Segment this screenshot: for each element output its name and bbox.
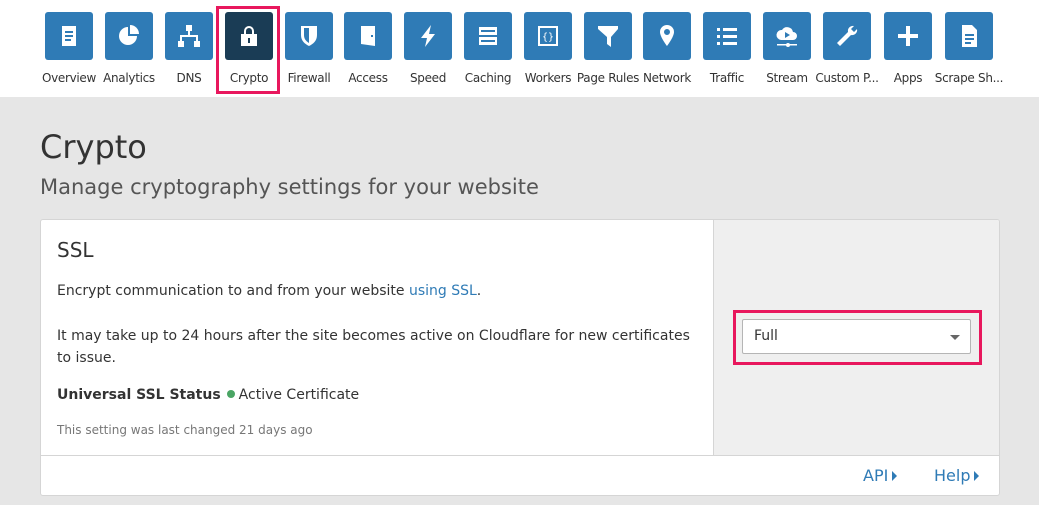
svg-text:{}: {} — [542, 32, 554, 43]
desc-period: . — [476, 283, 482, 299]
ssl-description: Encrypt communication to and from your w… — [57, 283, 481, 299]
help-label: Help — [934, 466, 971, 485]
highlight-box-crypto — [216, 6, 280, 94]
clipboard-icon — [45, 12, 93, 60]
document-icon — [945, 12, 993, 60]
page-title: Crypto — [40, 128, 147, 166]
page-subtitle: Manage cryptography settings for your we… — [40, 175, 539, 199]
ssl-mode-select[interactable]: Full — [742, 319, 971, 354]
desc-text: Encrypt communication to and from your w… — [57, 283, 409, 299]
list-icon — [703, 12, 751, 60]
plus-icon — [884, 12, 932, 60]
caret-right-icon — [974, 471, 980, 481]
lightning-icon — [404, 12, 452, 60]
status-label: Universal SSL Status — [57, 387, 221, 403]
nav-label: Scrape Sh... — [934, 71, 1004, 85]
api-label: API — [863, 466, 889, 485]
ssl-title: SSL — [57, 238, 94, 262]
using-ssl-link[interactable]: using SSL — [409, 283, 477, 299]
card-footer: API Help — [41, 455, 999, 495]
help-link[interactable]: Help — [934, 466, 980, 485]
nav-item-scrape-sh[interactable]: Scrape Sh... — [935, 12, 1003, 92]
code-braces-icon: {} — [524, 12, 572, 60]
ssl-status: Universal SSL Status Active Certificate — [57, 387, 359, 403]
cloud-play-icon — [763, 12, 811, 60]
ssl-card: SSL Encrypt communication to and from yo… — [40, 219, 1000, 496]
ssl-description-panel: SSL Encrypt communication to and from yo… — [41, 220, 713, 455]
caret-right-icon — [892, 471, 898, 481]
last-changed: This setting was last changed 21 days ag… — [57, 423, 313, 437]
api-link[interactable]: API — [863, 466, 898, 485]
server-icon — [464, 12, 512, 60]
status-value: Active Certificate — [238, 387, 360, 403]
pie-chart-icon — [105, 12, 153, 60]
filter-icon — [584, 12, 632, 60]
map-pin-icon — [643, 12, 691, 60]
door-icon — [344, 12, 392, 60]
status-dot-icon — [226, 390, 235, 398]
shield-icon — [285, 12, 333, 60]
ssl-control-panel: Full — [713, 220, 999, 455]
network-tree-icon — [165, 12, 213, 60]
ssl-mode-value: Full — [754, 328, 778, 344]
caret-down-icon — [950, 335, 960, 340]
top-navigation: Overview Analytics DNS Crypto Firewall Access… — [0, 0, 1039, 97]
certificate-note: It may take up to 24 hours after the sit… — [57, 328, 690, 366]
wrench-icon — [823, 12, 871, 60]
